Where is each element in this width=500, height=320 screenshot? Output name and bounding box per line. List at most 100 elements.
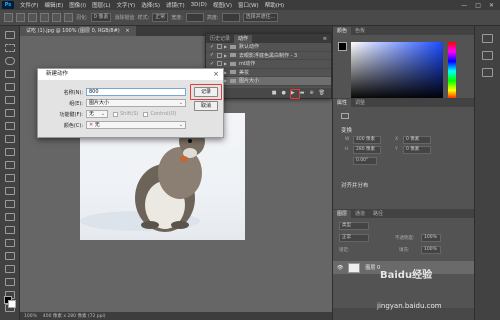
move-tool-icon[interactable] — [5, 31, 15, 39]
action-check-icon[interactable]: ✓ — [209, 44, 215, 50]
menu-filter[interactable]: 滤镜(T) — [163, 1, 188, 9]
width-input[interactable] — [185, 13, 204, 22]
menu-file[interactable]: 文件(F) — [17, 1, 41, 9]
quick-select-icon[interactable] — [5, 70, 15, 78]
glyphs-panel-icon[interactable] — [482, 68, 493, 77]
stop-icon[interactable]: ■ — [272, 90, 277, 96]
transform-section-title[interactable]: 变换 — [341, 126, 352, 134]
color-select[interactable]: ✕ 无 ⌄ — [86, 121, 186, 129]
layer-kind-filter[interactable]: 类型 — [339, 222, 369, 230]
action-dialog-toggle[interactable] — [217, 52, 222, 58]
panel-menu-icon[interactable]: ≡ — [323, 35, 331, 43]
record-icon[interactable]: ● — [281, 90, 285, 96]
marquee-tool-icon[interactable] — [5, 44, 15, 52]
document-tab[interactable]: 试吃 (1).jpg @ 100% (图层 0, RGB/8#) × — [20, 26, 136, 36]
foreground-swatch[interactable] — [338, 42, 347, 51]
new-action-icon[interactable]: ⊕ — [309, 90, 313, 96]
tab-properties[interactable]: 属性 — [333, 99, 352, 107]
height-field[interactable]: 280 像素 — [353, 146, 381, 154]
maximize-button[interactable]: □ — [475, 2, 481, 9]
zoom-level[interactable]: 100% — [24, 314, 37, 319]
layer-name[interactable]: 图层 0 — [365, 264, 380, 271]
tab-history[interactable]: 历史记录 — [206, 35, 234, 43]
blend-mode-select[interactable]: 正常 — [339, 234, 369, 242]
fill-field[interactable]: 100% — [421, 246, 441, 254]
menu-select[interactable]: 选择(S) — [138, 1, 163, 9]
shift-checkbox[interactable] — [113, 111, 118, 117]
brush-icon[interactable] — [5, 135, 15, 143]
set-select[interactable]: 图片大小 ⌄ — [86, 99, 186, 107]
action-set-row[interactable]: ✓ ▶ 美妆 — [206, 69, 331, 77]
text-tool-icon[interactable] — [5, 239, 15, 247]
tab-swatches[interactable]: 色板 — [351, 27, 369, 35]
dodge-tool-icon[interactable] — [5, 213, 15, 221]
gradient-icon[interactable] — [5, 187, 15, 195]
minimize-button[interactable]: — — [461, 2, 467, 9]
new-set-icon[interactable]: ▬ — [300, 90, 305, 96]
select-and-mask-button[interactable]: 选择并遮住... — [242, 13, 279, 22]
width-field[interactable]: 400 像素 — [353, 136, 381, 144]
new-selection-icon[interactable] — [28, 13, 37, 22]
dialog-close-icon[interactable]: × — [213, 69, 219, 80]
height-input[interactable] — [221, 13, 240, 22]
subtract-selection-icon[interactable] — [52, 13, 61, 22]
action-check-icon[interactable]: ✓ — [209, 61, 215, 67]
feather-input[interactable]: 0 像素 — [90, 13, 112, 22]
foreground-background-colors[interactable] — [4, 296, 16, 308]
opacity-field[interactable]: 100% — [421, 234, 441, 242]
menu-3d[interactable]: 3D(D) — [188, 2, 210, 8]
tab-adjustments[interactable]: 调整 — [351, 99, 369, 107]
home-icon[interactable] — [4, 13, 13, 22]
menu-type[interactable]: 文字(Y) — [114, 1, 139, 9]
action-set-row[interactable]: ✓ ▶ ml动作 — [206, 60, 331, 69]
style-select[interactable]: 正常 — [152, 13, 169, 22]
document-tab-close-icon[interactable]: × — [125, 28, 129, 34]
hand-tool-icon[interactable] — [5, 278, 15, 286]
tab-channels[interactable]: 通道 — [351, 210, 369, 218]
x-field[interactable]: 0 像素 — [403, 136, 431, 144]
menu-layer[interactable]: 图层(L) — [89, 1, 113, 9]
antialias-checkbox[interactable]: 消除锯齿 — [114, 14, 134, 21]
cancel-button[interactable]: 取消 — [194, 101, 218, 111]
marquee-preset-icon[interactable] — [16, 13, 25, 22]
blur-tool-icon[interactable] — [5, 200, 15, 208]
pen-tool-icon[interactable] — [5, 226, 15, 234]
control-checkbox[interactable] — [143, 111, 149, 117]
menu-image[interactable]: 图像(I) — [66, 1, 89, 9]
visibility-eye-icon[interactable]: 👁 — [337, 265, 343, 271]
lasso-tool-icon[interactable] — [5, 57, 15, 65]
tab-color[interactable]: 颜色 — [333, 27, 352, 35]
action-set-row[interactable]: ✓ ▶ 默认动作 — [206, 43, 331, 52]
color-picker-field[interactable] — [351, 42, 443, 100]
eraser-icon[interactable] — [5, 174, 15, 182]
clone-stamp-icon[interactable] — [5, 148, 15, 156]
crop-tool-icon[interactable] — [5, 83, 15, 91]
action-dialog-toggle[interactable] — [217, 44, 222, 50]
tab-actions[interactable]: 动作 — [234, 35, 253, 43]
angle-field[interactable]: 0.00° — [353, 157, 377, 165]
y-field[interactable]: 0 像素 — [403, 146, 431, 154]
action-dialog-toggle[interactable] — [217, 61, 222, 67]
name-input[interactable]: 800 — [86, 88, 186, 96]
action-set-row-selected[interactable]: ✓ ▶ 图片大小 — [206, 77, 331, 86]
delete-icon[interactable]: 🗑 — [319, 90, 325, 96]
menu-window[interactable]: 窗口(W) — [235, 1, 262, 9]
close-window-button[interactable]: ✕ — [489, 2, 494, 9]
frame-tool-icon[interactable] — [5, 96, 15, 104]
eyedropper-icon[interactable] — [5, 109, 15, 117]
libraries-panel-icon[interactable] — [482, 51, 493, 60]
hue-slider[interactable] — [448, 42, 456, 100]
function-key-select[interactable]: 无 ⌄ — [86, 110, 108, 118]
shape-tool-icon[interactable] — [5, 265, 15, 273]
align-section-title[interactable]: 对齐并分布 — [341, 181, 369, 189]
history-brush-icon[interactable] — [5, 161, 15, 169]
menu-view[interactable]: 视图(V) — [210, 1, 235, 9]
action-set-row[interactable]: ✓ ▶ 去眼影浮底色黑白制作 - 3 — [206, 52, 331, 60]
tab-layers[interactable]: 图层 — [333, 210, 352, 218]
menu-edit[interactable]: 编辑(E) — [41, 1, 66, 9]
path-select-icon[interactable] — [5, 252, 15, 260]
intersect-selection-icon[interactable] — [64, 13, 73, 22]
action-check-icon[interactable]: ✓ — [209, 52, 215, 58]
tab-paths[interactable]: 路径 — [369, 210, 387, 218]
menu-help[interactable]: 帮助(H) — [262, 1, 287, 9]
